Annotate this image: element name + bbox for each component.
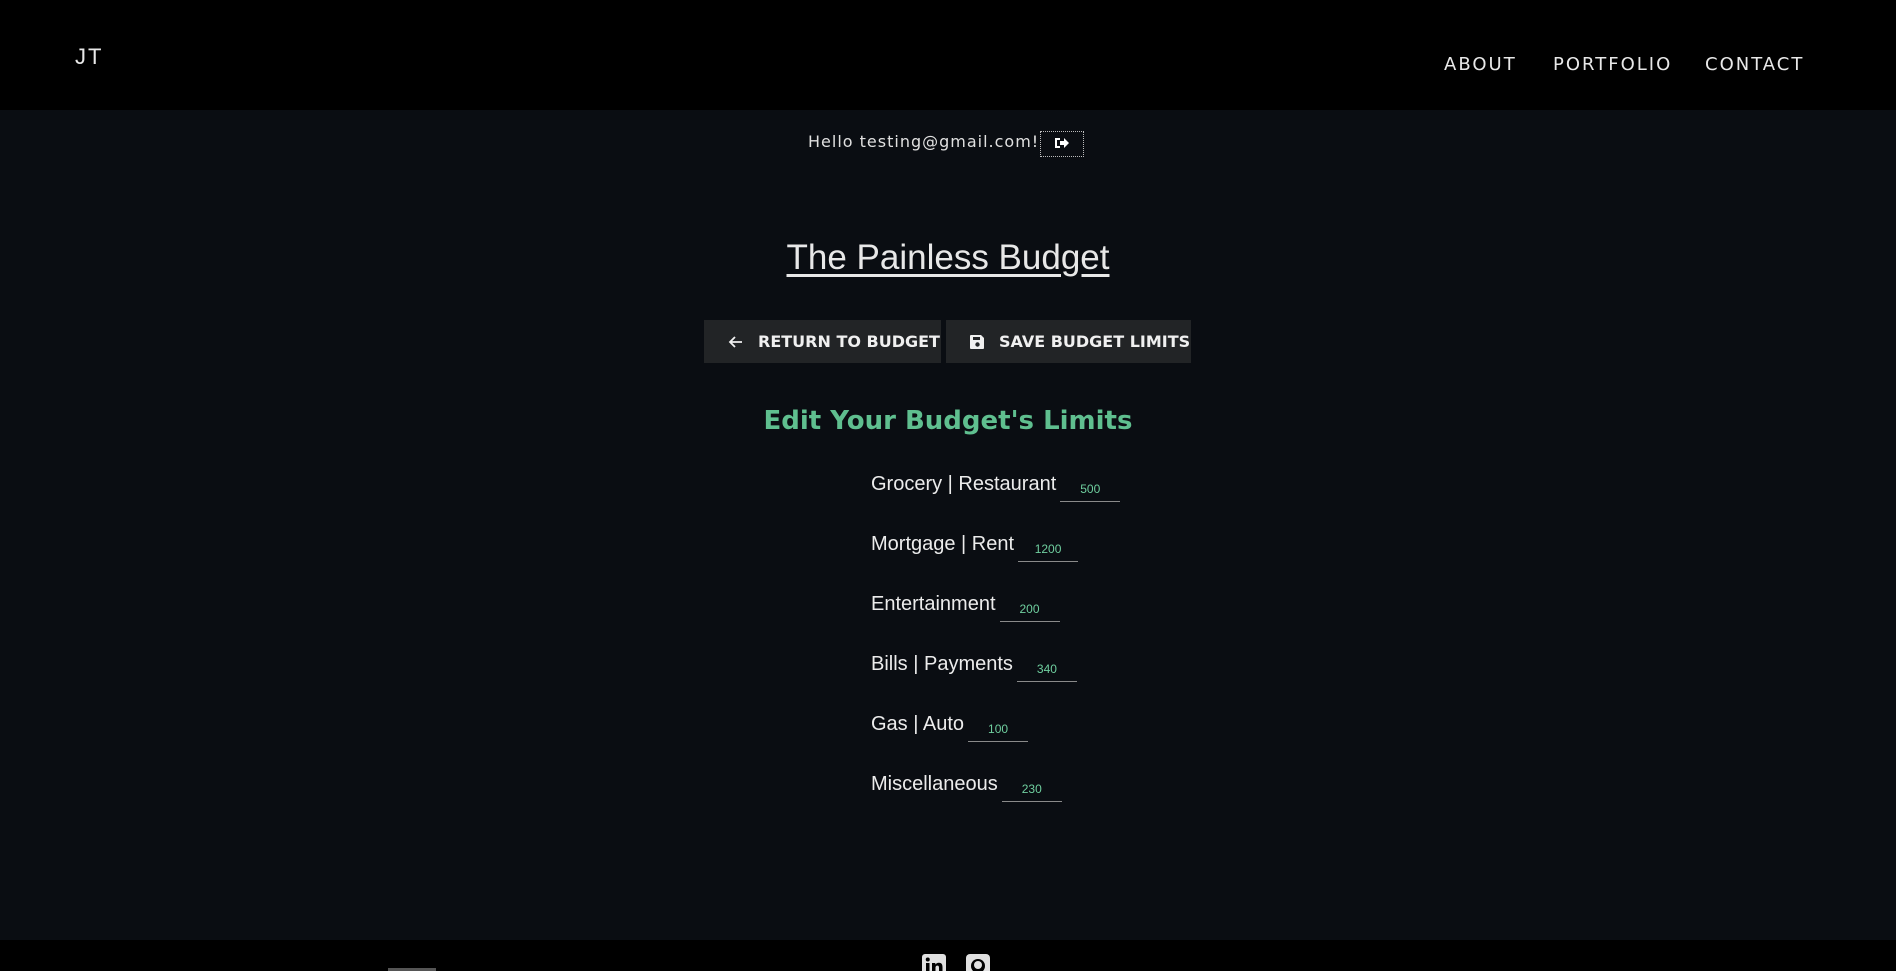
sign-out-icon — [1054, 135, 1070, 154]
limit-row-bills: Bills | Payments 340 — [871, 650, 1077, 682]
limit-label: Gas | Auto — [871, 713, 965, 735]
arrow-left-icon — [728, 334, 744, 350]
save-budget-limits-label: SAVE BUDGET LIMITS — [999, 332, 1191, 351]
limit-input-entertainment[interactable]: 200 — [999, 596, 1060, 622]
limit-row-miscellaneous: Miscellaneous 230 — [871, 770, 1062, 802]
return-to-budget-button[interactable]: RETURN TO BUDGET — [704, 320, 941, 363]
limit-row-gas: Gas | Auto 100 — [871, 710, 1029, 742]
limit-label: Entertainment — [871, 593, 996, 615]
page-title: The Painless Budget — [786, 238, 1110, 277]
nav-contact[interactable]: CONTACT — [1705, 54, 1804, 75]
footer — [0, 940, 1896, 971]
nav-portfolio[interactable]: PORTFOLIO — [1553, 54, 1672, 75]
limit-input-grocery[interactable]: 500 — [1060, 476, 1121, 502]
limit-input-bills[interactable]: 340 — [1016, 656, 1077, 682]
limit-label: Grocery | Restaurant — [871, 473, 1057, 495]
limit-input-mortgage[interactable]: 1200 — [1018, 536, 1079, 562]
user-greeting: Hello testing@gmail.com! — [808, 132, 1040, 151]
return-to-budget-label: RETURN TO BUDGET — [758, 332, 940, 351]
limit-row-grocery: Grocery | Restaurant 500 — [871, 470, 1121, 502]
top-navbar: JT ABOUT PORTFOLIO CONTACT — [0, 0, 1896, 110]
nav-about[interactable]: ABOUT — [1444, 54, 1517, 75]
section-heading: Edit Your Budget's Limits — [763, 406, 1133, 436]
github-icon[interactable] — [966, 954, 990, 971]
limit-input-gas[interactable]: 100 — [968, 716, 1029, 742]
save-budget-limits-button[interactable]: SAVE BUDGET LIMITS — [946, 320, 1191, 363]
limit-label: Bills | Payments — [871, 653, 1013, 675]
limit-label: Mortgage | Rent — [871, 533, 1015, 555]
limit-row-mortgage: Mortgage | Rent 1200 — [871, 530, 1079, 562]
site-logo[interactable]: JT — [75, 44, 103, 70]
floppy-disk-icon — [969, 334, 985, 350]
logout-button[interactable] — [1040, 131, 1084, 157]
linkedin-icon[interactable] — [922, 954, 946, 971]
limit-row-entertainment: Entertainment 200 — [871, 590, 1060, 622]
limit-input-miscellaneous[interactable]: 230 — [1001, 776, 1062, 802]
limit-label: Miscellaneous — [871, 773, 998, 795]
